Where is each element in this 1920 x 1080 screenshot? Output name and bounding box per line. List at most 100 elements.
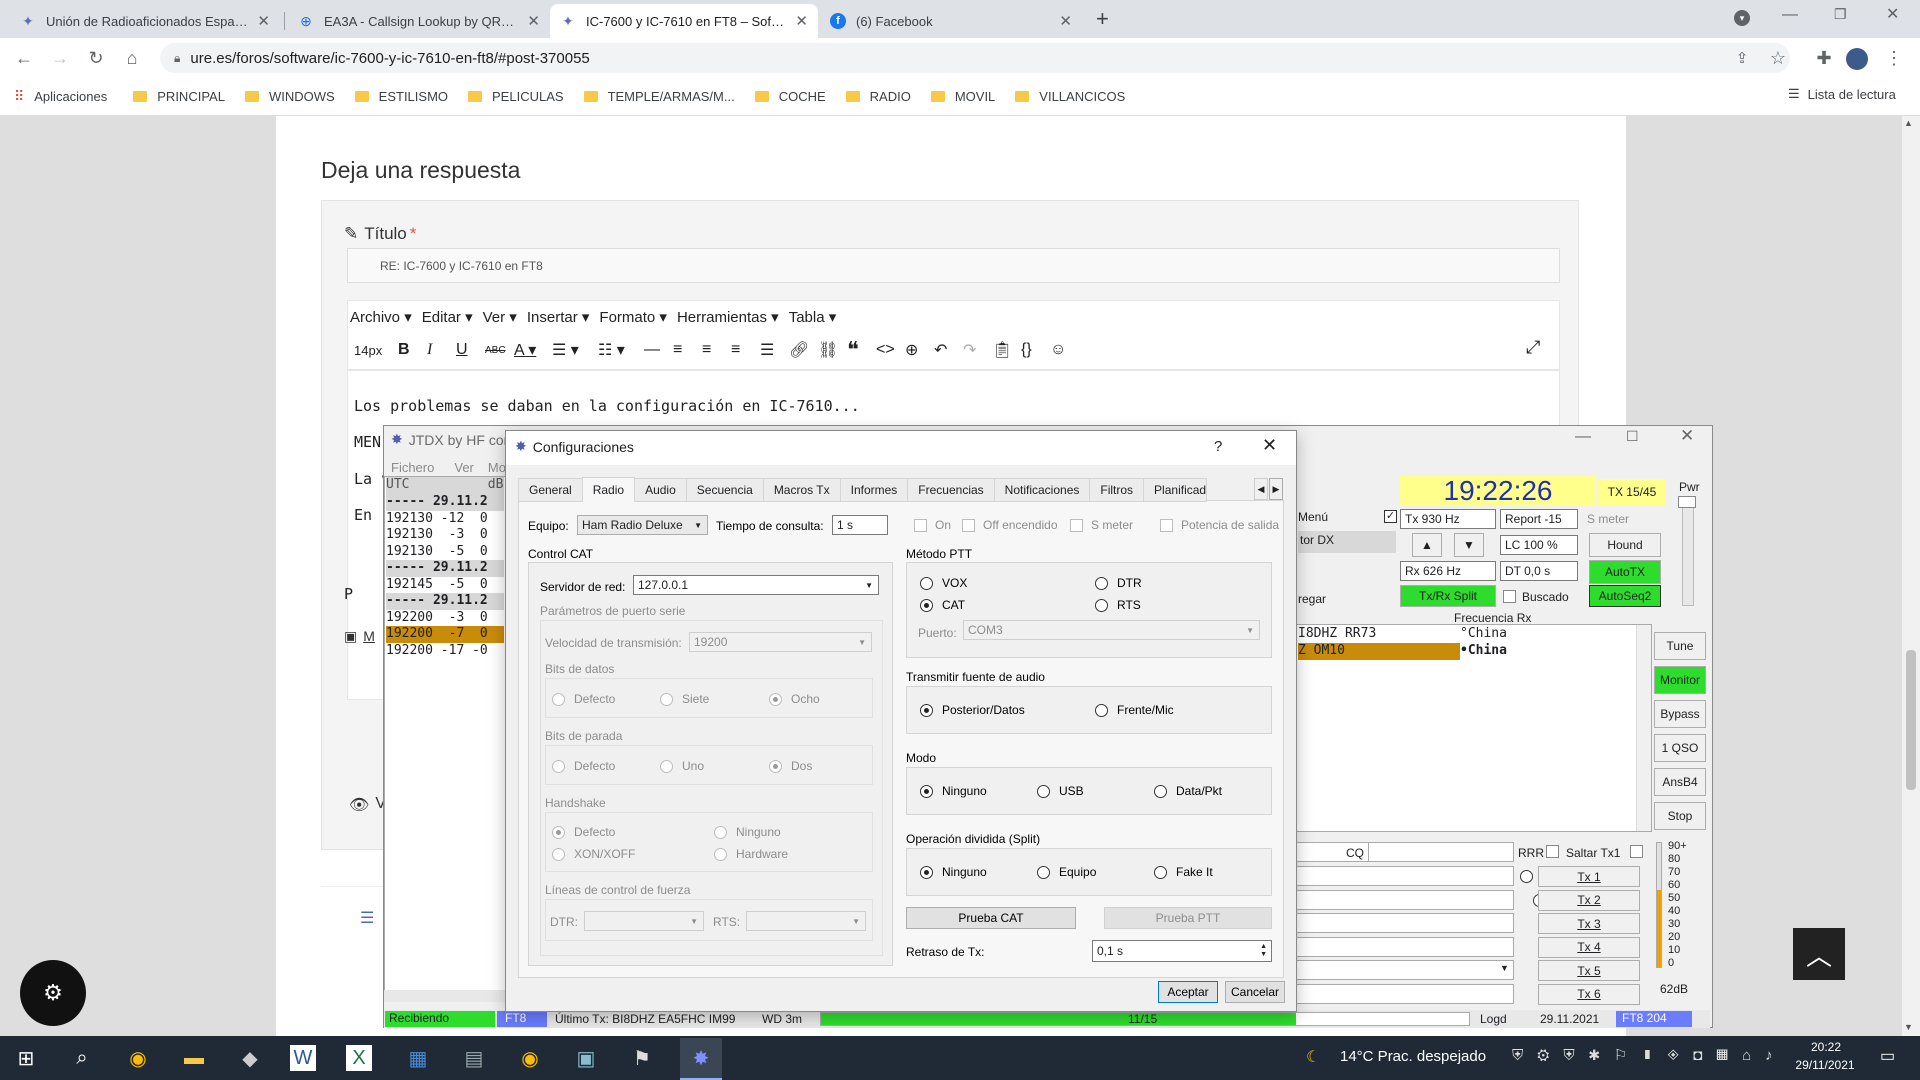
- fullscreen-icon[interactable]: ⤢: [1526, 337, 1540, 358]
- title-input[interactable]: RE: IC-7600 y IC-7610 en FT8: [347, 248, 1560, 283]
- tx-message-input[interactable]: [1296, 913, 1514, 933]
- page-scrollbar[interactable]: [1902, 116, 1920, 1036]
- chrome-icon[interactable]: ◉: [514, 1042, 546, 1074]
- bits-parada-uno[interactable]: Uno: [660, 759, 704, 773]
- potencia-checkbox[interactable]: [1160, 518, 1173, 532]
- bits-parada-dos[interactable]: Dos: [769, 759, 812, 773]
- numbered-list-icon[interactable]: ☷ ▾: [598, 340, 644, 360]
- bookmark-apps[interactable]: ⠿ Aplicaciones: [14, 88, 107, 105]
- horizontal-rule-icon[interactable]: —: [644, 341, 673, 359]
- bookmark-folder[interactable]: TEMPLE/ARMAS/M...: [583, 89, 735, 104]
- top-check-off[interactable]: Off encendido: [962, 518, 1058, 532]
- list-icon[interactable]: ☰: [360, 908, 374, 928]
- radio[interactable]: [714, 847, 727, 861]
- on-checkbox[interactable]: [914, 518, 927, 532]
- scrollbar-thumb[interactable]: [1906, 650, 1916, 790]
- jtdx-maximize-icon[interactable]: ☐: [1626, 428, 1639, 445]
- unlink-icon[interactable]: ⛓︎: [818, 340, 847, 360]
- menu-checkbox[interactable]: ✓: [1384, 510, 1397, 523]
- close-icon[interactable]: ✕: [1059, 12, 1072, 30]
- radio[interactable]: [1037, 865, 1050, 879]
- handshake-ninguno[interactable]: Ninguno: [714, 825, 781, 839]
- bits-parada-defecto[interactable]: Defecto: [552, 759, 615, 773]
- config-tab-informes[interactable]: Informes: [839, 478, 909, 502]
- handshake-hardware[interactable]: Hardware: [714, 847, 788, 861]
- config-tab-macros-tx[interactable]: Macros Tx: [762, 478, 841, 502]
- radio[interactable]: [1095, 598, 1108, 612]
- jtdx-close-icon[interactable]: ✕: [1680, 426, 1694, 446]
- tx-message-input[interactable]: [1296, 889, 1514, 910]
- jtdx-menu-ver[interactable]: Ver: [454, 460, 474, 475]
- radio-selected[interactable]: [920, 784, 933, 798]
- radio-selected[interactable]: [920, 598, 933, 612]
- tab-search-icon[interactable]: ▾: [1734, 10, 1750, 26]
- saltar-checkbox[interactable]: [1630, 845, 1643, 858]
- band-activity-row[interactable]: 192145 -5 0: [386, 577, 504, 594]
- radio-selected[interactable]: [920, 703, 933, 717]
- bits-datos-siete[interactable]: Siete: [660, 692, 709, 706]
- bookmark-star-icon[interactable]: ☆: [1764, 44, 1792, 72]
- tx-3-button[interactable]: Tx 3: [1538, 913, 1640, 934]
- taskbar-time[interactable]: 20:22: [1796, 1040, 1856, 1054]
- restore-icon[interactable]: ❐: [1834, 6, 1847, 23]
- band-activity-row[interactable]: ----- 29.11.2: [386, 560, 504, 577]
- config-tab-notificaciones[interactable]: Notificaciones: [993, 478, 1091, 502]
- scroll-down-icon[interactable]: ▼: [1904, 1022, 1913, 1032]
- txrx-split-button[interactable]: Tx/Rx Split: [1400, 585, 1496, 607]
- weather-moon-icon[interactable]: ☾: [1306, 1047, 1320, 1067]
- help-button[interactable]: ?: [1214, 438, 1222, 455]
- tiempo-spinbox[interactable]: 1 s: [832, 515, 888, 535]
- side-button-tune[interactable]: Tune: [1654, 632, 1706, 660]
- browser-tab-4[interactable]: f (6) Facebook ✕: [820, 4, 1082, 38]
- cancelar-button[interactable]: Cancelar: [1225, 981, 1285, 1003]
- rx-pane-scrollbar[interactable]: [1636, 625, 1651, 831]
- audio-frente[interactable]: Frente/Mic: [1095, 703, 1174, 717]
- tx-radio[interactable]: [1520, 870, 1533, 883]
- jtdx-menu-fichero[interactable]: Fichero: [391, 460, 434, 475]
- side-button-stop[interactable]: Stop: [1654, 802, 1706, 830]
- velocidad-select[interactable]: 19200 ▼: [689, 632, 872, 652]
- equipo-select[interactable]: Ham Radio Deluxe ▼: [577, 515, 708, 535]
- code-braces-icon[interactable]: {}: [1021, 341, 1050, 359]
- share-icon[interactable]: ⇪: [1728, 44, 1756, 72]
- report-spinbox[interactable]: Report -15: [1500, 509, 1578, 529]
- link-icon[interactable]: 🔗︎: [789, 340, 818, 360]
- radio[interactable]: [552, 759, 565, 773]
- text-color-icon[interactable]: A ▾: [514, 340, 552, 360]
- blockquote-icon[interactable]: ❝: [847, 337, 876, 363]
- top-check-potencia[interactable]: Potencia de salida: [1160, 518, 1279, 532]
- config-tab-frecuencias[interactable]: Frecuencias: [907, 478, 995, 502]
- tx-message-input[interactable]: [1296, 983, 1514, 1004]
- ptt-rts[interactable]: RTS: [1095, 598, 1141, 612]
- handshake-defecto[interactable]: Defecto: [552, 825, 615, 839]
- align-right-icon[interactable]: ≡: [731, 341, 760, 359]
- bold-icon[interactable]: B: [398, 341, 427, 359]
- bits-datos-defecto[interactable]: Defecto: [552, 692, 615, 706]
- bits-datos-ocho[interactable]: Ocho: [769, 692, 820, 706]
- radio-selected[interactable]: [920, 865, 933, 879]
- dt-spinbox[interactable]: DT 0,0 s: [1500, 561, 1578, 581]
- band-activity-row[interactable]: 192200 -17 -0: [386, 643, 504, 660]
- excel-icon[interactable]: X: [346, 1045, 372, 1071]
- browser-tab-2[interactable]: ⊕EA3A - Callsign Lookup by QRZ Ham Radio…: [288, 4, 550, 38]
- side-button-bypass[interactable]: Bypass: [1654, 700, 1706, 728]
- bookmark-folder[interactable]: WINDOWS: [244, 89, 335, 104]
- dialog-close-icon[interactable]: ✕: [1262, 435, 1277, 456]
- radio[interactable]: [920, 576, 933, 590]
- tx-5-button[interactable]: Tx 5: [1538, 960, 1640, 981]
- radio-selected[interactable]: [552, 825, 565, 839]
- bookmark-folder[interactable]: RADIO: [845, 89, 911, 104]
- reload-icon[interactable]: ↻: [82, 44, 110, 72]
- paste-icon[interactable]: 📋︎: [992, 340, 1021, 360]
- strikethrough-icon[interactable]: ABC: [485, 345, 514, 356]
- jtdx-minimize-icon[interactable]: —: [1575, 428, 1591, 446]
- code-icon[interactable]: <>: [876, 341, 905, 359]
- menu-ver[interactable]: Ver ▾: [483, 308, 517, 326]
- radio[interactable]: [660, 692, 673, 706]
- tx-6-button[interactable]: Tx 6: [1538, 983, 1640, 1005]
- tx-message-input[interactable]: [1296, 866, 1514, 886]
- insert-plus-icon[interactable]: ⊕: [905, 340, 934, 360]
- modo-usb[interactable]: USB: [1037, 784, 1084, 798]
- band-down-button[interactable]: ▼: [1454, 533, 1484, 557]
- radio[interactable]: [1154, 865, 1167, 879]
